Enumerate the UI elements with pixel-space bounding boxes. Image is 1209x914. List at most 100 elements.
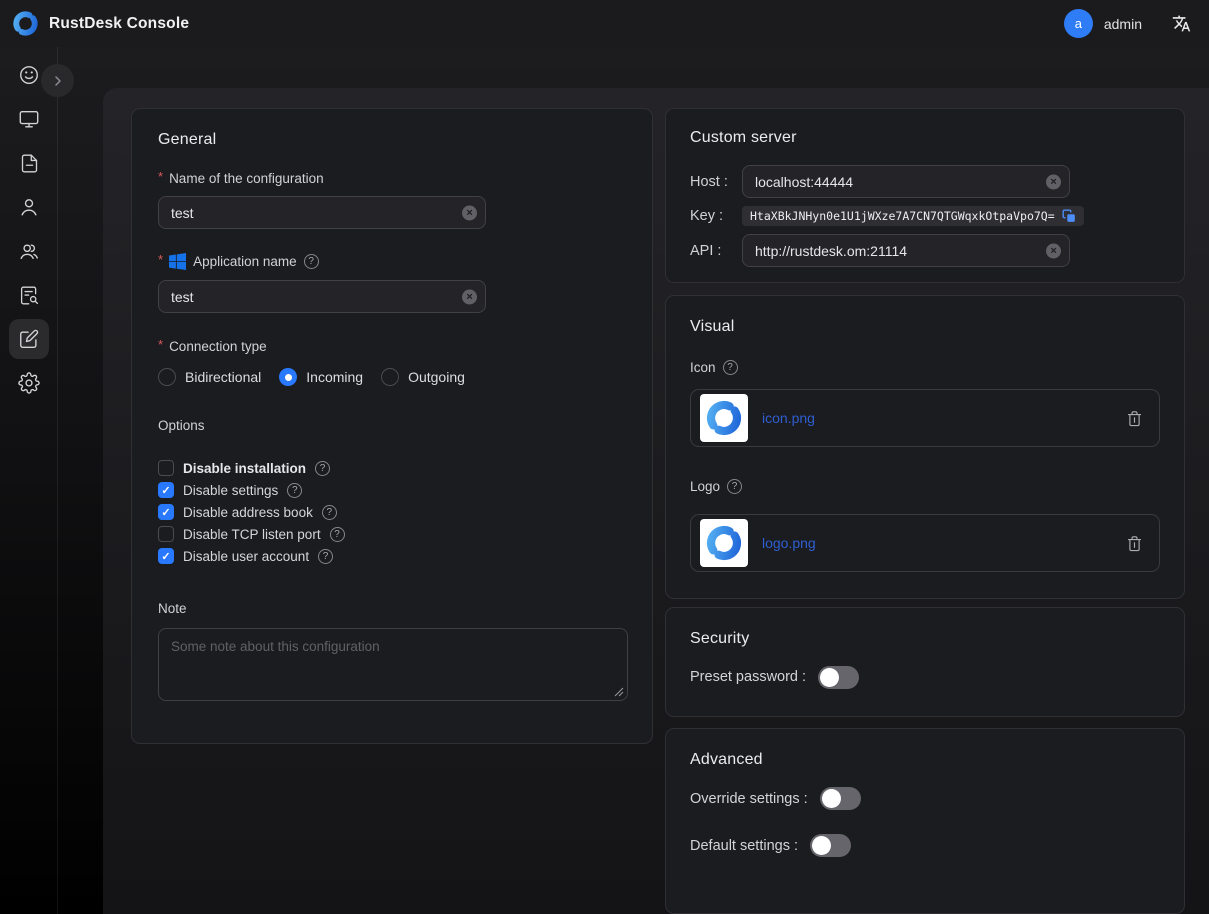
icon-file-row: icon.png xyxy=(690,389,1160,447)
api-input[interactable] xyxy=(742,234,1070,267)
host-row: Host : xyxy=(690,165,1160,198)
copy-button[interactable] xyxy=(1062,209,1076,223)
trash-icon xyxy=(1126,410,1143,427)
monitor-icon xyxy=(18,108,40,130)
custom-server-title: Custom server xyxy=(690,129,1160,147)
checkbox-disable-installation[interactable]: Disable installation xyxy=(158,457,626,479)
config-name-field xyxy=(158,196,486,229)
clear-icon[interactable] xyxy=(462,289,477,304)
logo-file-row: logo.png xyxy=(690,514,1160,572)
delete-logo-button[interactable] xyxy=(1126,535,1143,552)
sidebar-item-groups[interactable] xyxy=(0,229,58,273)
override-settings-toggle[interactable] xyxy=(820,787,861,810)
config-name-input[interactable] xyxy=(158,196,486,229)
help-icon[interactable] xyxy=(330,527,345,542)
key-label: Key : xyxy=(690,208,742,224)
sidebar-item-audit[interactable] xyxy=(0,273,58,317)
left-column: General Name of the configuration xyxy=(131,108,653,914)
sidebar-item-settings[interactable] xyxy=(0,361,58,405)
user-icon xyxy=(18,196,40,218)
key-value-box: HtaXBkJNHyn0e1U1jWXze7A7CN7QTGWqxkOtpaVp… xyxy=(742,206,1084,226)
sidebar-item-documents[interactable] xyxy=(0,141,58,185)
rustdesk-logo-icon xyxy=(705,399,743,437)
logo-filename-link[interactable]: logo.png xyxy=(762,535,816,551)
checkbox-disable-address-book[interactable]: Disable address book xyxy=(158,501,626,523)
user-menu[interactable]: admin xyxy=(1104,16,1142,32)
sidebar-item-configurations[interactable] xyxy=(0,317,58,361)
language-button[interactable] xyxy=(1172,14,1191,33)
edit-icon xyxy=(18,328,40,350)
application-name-input[interactable] xyxy=(158,280,486,313)
clear-icon[interactable] xyxy=(462,205,477,220)
help-icon[interactable] xyxy=(322,505,337,520)
general-card: General Name of the configuration xyxy=(131,108,653,744)
document-search-icon xyxy=(19,285,40,306)
icon-label: Icon xyxy=(690,360,1160,375)
windows-logo-icon xyxy=(169,253,186,270)
rustdesk-logo-icon xyxy=(705,524,743,562)
document-icon xyxy=(19,153,40,174)
note-textarea[interactable] xyxy=(158,628,628,701)
resize-handle-icon[interactable] xyxy=(614,687,624,697)
icon-filename-link[interactable]: icon.png xyxy=(762,410,815,426)
checkbox-icon xyxy=(158,482,174,498)
visual-title: Visual xyxy=(690,318,1160,336)
workspace: General Name of the configuration xyxy=(0,47,1209,914)
visual-card: Visual Icon xyxy=(665,295,1185,599)
key-row: Key : HtaXBkJNHyn0e1U1jWXze7A7CN7QTGWqxk… xyxy=(690,206,1160,226)
users-icon xyxy=(18,240,40,262)
help-icon[interactable] xyxy=(318,549,333,564)
clear-icon[interactable] xyxy=(1046,174,1061,189)
icon-thumbnail xyxy=(700,394,748,442)
security-title: Security xyxy=(690,630,1160,648)
note-field xyxy=(158,628,628,701)
checkbox-disable-settings[interactable]: Disable settings xyxy=(158,479,626,501)
trash-icon xyxy=(1126,535,1143,552)
default-settings-label: Default settings : xyxy=(690,838,798,854)
advanced-card: Advanced Override settings : Default set… xyxy=(665,728,1185,914)
app-title: RustDesk Console xyxy=(49,15,189,33)
help-icon[interactable] xyxy=(315,461,330,476)
radio-bidirectional[interactable]: Bidirectional xyxy=(158,368,261,386)
checkbox-disable-user-account[interactable]: Disable user account xyxy=(158,545,626,567)
help-icon[interactable] xyxy=(727,479,742,494)
delete-icon-button[interactable] xyxy=(1126,410,1143,427)
preset-password-toggle[interactable] xyxy=(818,666,859,689)
avatar-letter: a xyxy=(1075,16,1082,31)
checkbox-icon xyxy=(158,460,174,476)
avatar[interactable]: a xyxy=(1064,9,1093,38)
rustdesk-logo-icon xyxy=(12,10,39,37)
help-icon[interactable] xyxy=(304,254,319,269)
general-title: General xyxy=(158,131,626,149)
host-input[interactable] xyxy=(742,165,1070,198)
connection-type-label: Connection type xyxy=(158,339,626,354)
preset-password-label: Preset password : xyxy=(690,669,806,685)
content-panel: General Name of the configuration xyxy=(103,88,1209,914)
brand: RustDesk Console xyxy=(12,10,189,37)
connection-type-group: Bidirectional Incoming Outgoing xyxy=(158,368,626,386)
default-settings-toggle[interactable] xyxy=(810,834,851,857)
right-column: Custom server Host : Key : HtaXBkJNHyn0e… xyxy=(665,108,1185,914)
key-value: HtaXBkJNHyn0e1U1jWXze7A7CN7QTGWqxkOtpaVp… xyxy=(750,209,1055,223)
required-asterisk xyxy=(158,338,163,351)
clear-icon[interactable] xyxy=(1046,243,1061,258)
sidebar-item-devices[interactable] xyxy=(0,97,58,141)
translate-icon xyxy=(1172,14,1191,33)
application-name-field xyxy=(158,280,486,313)
checkbox-icon xyxy=(158,526,174,542)
sidebar-item-users[interactable] xyxy=(0,185,58,229)
api-row: API : xyxy=(690,234,1160,267)
options-label: Options xyxy=(158,418,626,433)
smiley-icon xyxy=(18,64,40,86)
advanced-title: Advanced xyxy=(690,751,1160,769)
help-icon[interactable] xyxy=(287,483,302,498)
host-label: Host : xyxy=(690,174,742,190)
checkbox-disable-tcp-listen-port[interactable]: Disable TCP listen port xyxy=(158,523,626,545)
help-icon[interactable] xyxy=(723,360,738,375)
required-asterisk xyxy=(158,253,163,266)
sidebar-expand-button[interactable] xyxy=(41,64,74,97)
radio-incoming[interactable]: Incoming xyxy=(279,368,363,386)
top-bar: RustDesk Console a admin xyxy=(0,0,1209,47)
radio-outgoing[interactable]: Outgoing xyxy=(381,368,465,386)
chevron-right-icon xyxy=(50,73,66,89)
